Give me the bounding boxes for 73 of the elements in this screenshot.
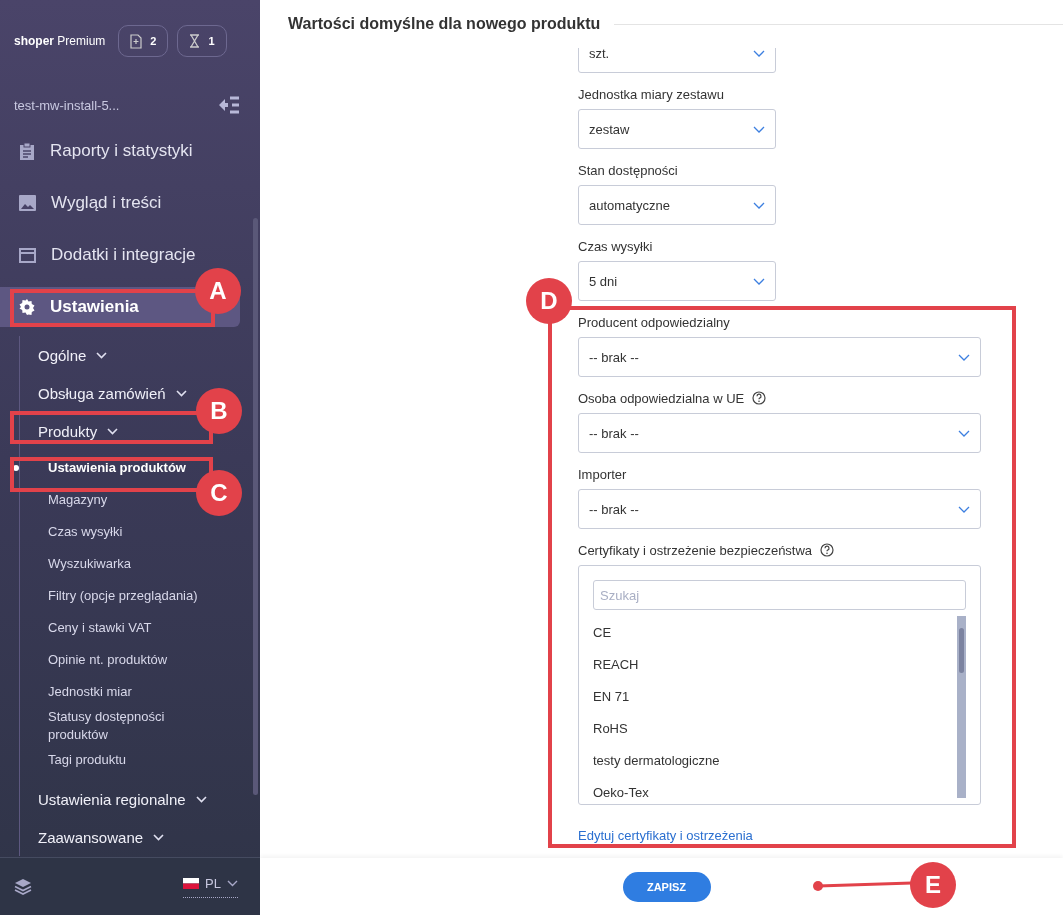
nav-link[interactable]: Statusy dostępności produktów	[20, 708, 223, 744]
chevron-icon	[195, 795, 207, 803]
nav-subitem[interactable]: Produkty	[20, 412, 119, 450]
field-label: Certyfikaty i ostrzeżenie bezpieczeństwa	[578, 542, 813, 558]
chevron-icon	[753, 277, 765, 285]
settings-icon	[19, 299, 35, 315]
nav-link[interactable]: Opinie nt. produktów	[20, 644, 168, 676]
chevron-icon	[107, 427, 119, 435]
nav-link[interactable]: Filtry (opcje przeglądania)	[20, 580, 198, 612]
nav-link[interactable]: Magazyny	[20, 484, 108, 516]
counter-button[interactable]: 2	[118, 25, 169, 57]
select-field[interactable]: automatyczne	[578, 185, 776, 225]
list-option[interactable]: testy dermatologiczne	[593, 744, 957, 776]
nav-subitem[interactable]: Obsługa zamówień	[20, 374, 187, 412]
nav-subitem[interactable]: Zaawansowane	[20, 818, 165, 856]
nav-link[interactable]: Jednostki miar	[20, 676, 132, 708]
brand-logo: shoper Premium	[14, 34, 106, 48]
section-title: Wartości domyślne dla nowego produktu	[288, 15, 601, 33]
nav-link[interactable]: Wyszukiwarka	[20, 548, 131, 580]
chevron-icon	[958, 429, 970, 437]
layers-icon[interactable]	[14, 878, 32, 895]
chevron-icon	[153, 833, 165, 841]
select-field[interactable]: 5 dni	[578, 261, 776, 301]
list-option[interactable]: Oeko-Tex	[593, 776, 957, 798]
select-field[interactable]: -- brak --	[578, 413, 981, 453]
collapse-sidebar-icon[interactable]	[218, 96, 240, 114]
field-label: Jednostka miary zestawu	[578, 86, 724, 102]
help-icon[interactable]	[820, 543, 835, 557]
nav-link[interactable]: Czas wysyłki	[20, 516, 123, 548]
file-add-icon	[130, 33, 143, 49]
language-selector[interactable]: PL	[183, 875, 238, 898]
nav-subitem[interactable]: Ogólne	[20, 336, 108, 374]
bullet-icon	[13, 465, 19, 471]
field-label: Producent odpowiedzialny	[578, 314, 730, 330]
select-field[interactable]: zestaw	[578, 109, 776, 149]
field-label: Stan dostępności	[578, 162, 678, 178]
chevron-icon	[753, 49, 765, 57]
nav-item[interactable]: Wygląd i treści	[0, 183, 240, 223]
help-icon[interactable]	[752, 391, 767, 405]
chevron-icon	[175, 389, 187, 397]
search-field[interactable]: Szukaj	[593, 580, 966, 610]
edit-link[interactable]: Edytuj certyfikaty i ostrzeżenia	[578, 828, 753, 843]
clipboard-icon	[19, 142, 35, 160]
select-field[interactable]: -- brak --	[578, 489, 981, 529]
list-option[interactable]: EN 71	[593, 680, 957, 712]
chevron-icon	[753, 125, 765, 133]
field-label: Czas wysyłki	[578, 238, 653, 254]
scrollbar-thumb[interactable]	[253, 218, 258, 795]
nav-link[interactable]: Ceny i stawki VAT	[20, 612, 152, 644]
save-button[interactable]: ZAPISZ	[622, 871, 711, 902]
nav-item[interactable]: Raporty i statystyki	[0, 131, 240, 171]
chevron-icon	[958, 353, 970, 361]
nav-link[interactable]: Tagi produktu	[20, 744, 127, 776]
field-label: Importer	[578, 466, 627, 482]
chevron-icon	[753, 201, 765, 209]
list-option[interactable]: CE	[593, 616, 957, 648]
chevron-icon	[96, 351, 108, 359]
window-icon	[19, 247, 36, 263]
field-label: Osoba odpowiedzialna w UE	[578, 390, 745, 406]
select-field[interactable]: -- brak --	[578, 337, 981, 377]
chevron-icon	[958, 505, 970, 513]
nav-link[interactable]: Ustawienia produktów	[20, 452, 186, 484]
nav-subitem[interactable]: Ustawienia regionalne	[20, 780, 207, 818]
shop-name: test-mw-install-5...	[14, 97, 120, 113]
chevron-icon	[227, 879, 238, 887]
flag-icon	[183, 877, 200, 889]
hourglass-icon	[189, 34, 201, 48]
list-option[interactable]: RoHS	[593, 712, 957, 744]
select-field[interactable]: szt.	[578, 48, 776, 73]
image-icon	[19, 195, 36, 211]
list-option[interactable]: REACH	[593, 648, 957, 680]
counter-button[interactable]: 1	[177, 25, 227, 57]
scrollbar-thumb[interactable]	[959, 628, 964, 673]
